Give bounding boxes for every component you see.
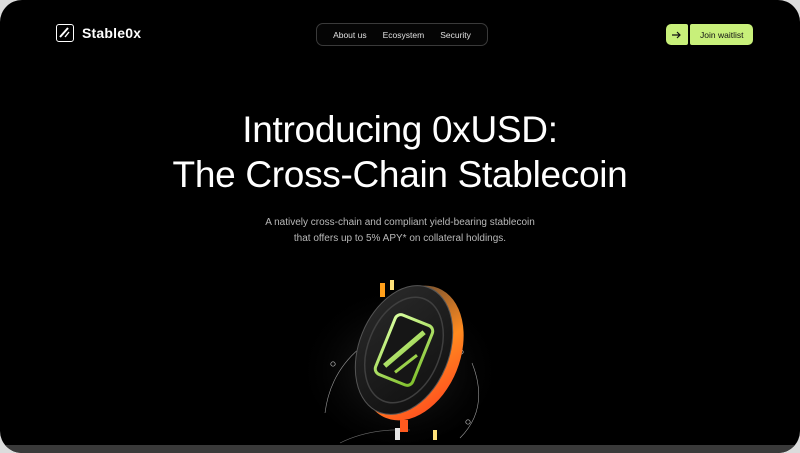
nav-item-ecosystem[interactable]: Ecosystem <box>383 30 425 40</box>
main-nav: About us Ecosystem Security <box>316 23 488 46</box>
frame-bottom-bezel <box>0 445 800 453</box>
coin-illustration <box>305 280 495 444</box>
stable0x-logo-icon <box>56 24 74 42</box>
join-waitlist-button[interactable]: Join waitlist <box>666 24 754 45</box>
brand-logo[interactable]: Stable0x <box>56 24 141 42</box>
hero-subtitle-line2: that offers up to 5% APY* on collateral … <box>293 233 507 244</box>
arrow-right-icon[interactable] <box>666 24 688 45</box>
nav-item-security[interactable]: Security <box>440 30 471 40</box>
hero-subtitle-line1: A natively cross-chain and compliant yie… <box>265 217 535 228</box>
brand-name: Stable0x <box>82 25 142 41</box>
hero-title-line1: Introducing 0xUSD: <box>242 109 558 150</box>
hero-title-line2: The Cross-Chain Stablecoin <box>172 154 628 195</box>
nav-item-about-us[interactable]: About us <box>333 30 367 40</box>
join-waitlist-label[interactable]: Join waitlist <box>690 24 754 45</box>
page-frame: Stable0x About us Ecosystem Security Joi… <box>0 0 800 453</box>
